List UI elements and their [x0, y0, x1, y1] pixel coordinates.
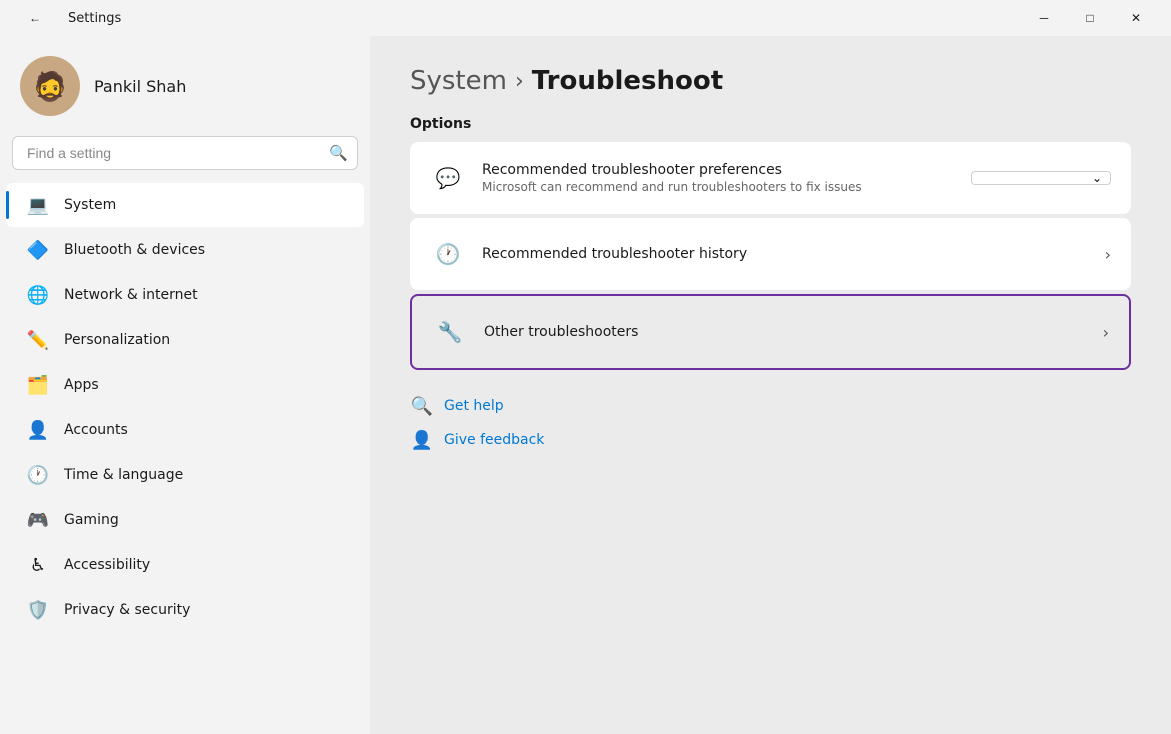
sidebar-item-bluetooth[interactable]: 🔷 Bluetooth & devices	[6, 228, 364, 272]
nav-label-network: Network & internet	[64, 287, 198, 303]
help-section: 🔍 Get help 👤 Give feedback	[410, 394, 1131, 452]
chevron-right-icon-recommended-history: ›	[1105, 245, 1111, 264]
breadcrumb-separator: ›	[515, 69, 524, 94]
chevron-right-icon-other-troubleshooters: ›	[1103, 323, 1109, 342]
nav-label-system: System	[64, 197, 116, 213]
content-area: System › Troubleshoot Options 💬 Recommen…	[370, 36, 1171, 734]
sidebar-item-accounts[interactable]: 👤 Accounts	[6, 408, 364, 452]
card-text-other-troubleshooters: Other troubleshooters	[484, 324, 1103, 340]
close-button[interactable]: ✕	[1113, 2, 1159, 34]
dropdown-button-recommended-prefs[interactable]: ⌄	[971, 171, 1111, 185]
options-label: Options	[410, 116, 1131, 132]
nav-label-time: Time & language	[64, 467, 183, 483]
chevron-down-icon: ⌄	[1092, 171, 1102, 185]
minimize-button[interactable]: ─	[1021, 2, 1067, 34]
cards-container: 💬 Recommended troubleshooter preferences…	[410, 142, 1131, 370]
card-recommended-prefs: 💬 Recommended troubleshooter preferences…	[410, 142, 1131, 214]
nav-label-gaming: Gaming	[64, 512, 119, 528]
nav-icon-personalization: ✏️	[26, 328, 50, 352]
user-name: Pankil Shah	[94, 77, 186, 96]
give-feedback-label: Give feedback	[444, 432, 544, 448]
sidebar: 🧔 Pankil Shah 🔍 💻 System 🔷 Bluetooth & d…	[0, 36, 370, 734]
card-action-recommended-prefs: ⌄	[971, 171, 1111, 185]
nav-icon-apps: 🗂️	[26, 373, 50, 397]
card-icon-other-troubleshooters: 🔧	[432, 314, 468, 350]
card-text-recommended-prefs: Recommended troubleshooter preferences M…	[482, 162, 971, 194]
app-body: 🧔 Pankil Shah 🔍 💻 System 🔷 Bluetooth & d…	[0, 36, 1171, 734]
search-button[interactable]: 🔍	[329, 144, 348, 162]
sidebar-item-network[interactable]: 🌐 Network & internet	[6, 273, 364, 317]
card-action-other-troubleshooters: ›	[1103, 323, 1109, 342]
nav-icon-privacy: 🛡️	[26, 598, 50, 622]
card-subtitle-recommended-prefs: Microsoft can recommend and run troubles…	[482, 180, 971, 194]
get-help-link[interactable]: 🔍 Get help	[410, 394, 1131, 418]
nav-icon-accessibility: ♿	[26, 553, 50, 577]
sidebar-item-personalization[interactable]: ✏️ Personalization	[6, 318, 364, 362]
sidebar-item-accessibility[interactable]: ♿ Accessibility	[6, 543, 364, 587]
titlebar: ← Settings ─ □ ✕	[0, 0, 1171, 36]
get-help-label: Get help	[444, 398, 504, 414]
sidebar-item-time[interactable]: 🕐 Time & language	[6, 453, 364, 497]
user-section: 🧔 Pankil Shah	[0, 36, 370, 132]
avatar: 🧔	[20, 56, 80, 116]
nav-menu: 💻 System 🔷 Bluetooth & devices 🌐 Network…	[0, 182, 370, 633]
give-feedback-link[interactable]: 👤 Give feedback	[410, 428, 1131, 452]
card-action-recommended-history: ›	[1105, 245, 1111, 264]
titlebar-left: ← Settings	[12, 2, 121, 34]
nav-label-personalization: Personalization	[64, 332, 170, 348]
maximize-button[interactable]: □	[1067, 2, 1113, 34]
nav-icon-network: 🌐	[26, 283, 50, 307]
nav-label-accessibility: Accessibility	[64, 557, 150, 573]
card-other-troubleshooters: 🔧 Other troubleshooters ›	[410, 294, 1131, 370]
card-title-recommended-prefs: Recommended troubleshooter preferences	[482, 162, 971, 178]
card-title-recommended-history: Recommended troubleshooter history	[482, 246, 1105, 262]
sidebar-item-privacy[interactable]: 🛡️ Privacy & security	[6, 588, 364, 632]
back-icon: ←	[29, 11, 41, 25]
card-item-other-troubleshooters[interactable]: 🔧 Other troubleshooters ›	[412, 296, 1129, 368]
window-controls: ─ □ ✕	[1021, 2, 1159, 34]
search-input[interactable]	[12, 136, 358, 170]
sidebar-item-gaming[interactable]: 🎮 Gaming	[6, 498, 364, 542]
card-item-recommended-prefs[interactable]: 💬 Recommended troubleshooter preferences…	[410, 142, 1131, 214]
breadcrumb: System › Troubleshoot	[410, 66, 1131, 96]
search-box: 🔍	[12, 136, 358, 170]
breadcrumb-current: Troubleshoot	[532, 66, 723, 96]
sidebar-item-apps[interactable]: 🗂️ Apps	[6, 363, 364, 407]
nav-label-bluetooth: Bluetooth & devices	[64, 242, 205, 258]
breadcrumb-parent[interactable]: System	[410, 66, 507, 96]
nav-label-apps: Apps	[64, 377, 99, 393]
nav-label-accounts: Accounts	[64, 422, 128, 438]
nav-icon-accounts: 👤	[26, 418, 50, 442]
card-text-recommended-history: Recommended troubleshooter history	[482, 246, 1105, 262]
nav-icon-time: 🕐	[26, 463, 50, 487]
get-help-icon: 🔍	[410, 394, 434, 418]
card-item-recommended-history[interactable]: 🕐 Recommended troubleshooter history ›	[410, 218, 1131, 290]
card-icon-recommended-history: 🕐	[430, 236, 466, 272]
nav-label-privacy: Privacy & security	[64, 602, 190, 618]
nav-icon-bluetooth: 🔷	[26, 238, 50, 262]
avatar-icon: 🧔	[33, 70, 68, 103]
give-feedback-icon: 👤	[410, 428, 434, 452]
nav-icon-system: 💻	[26, 193, 50, 217]
sidebar-item-system[interactable]: 💻 System	[6, 183, 364, 227]
back-button[interactable]: ←	[12, 2, 58, 34]
card-title-other-troubleshooters: Other troubleshooters	[484, 324, 1103, 340]
app-title: Settings	[68, 11, 121, 26]
card-recommended-history: 🕐 Recommended troubleshooter history ›	[410, 218, 1131, 290]
card-icon-recommended-prefs: 💬	[430, 160, 466, 196]
nav-icon-gaming: 🎮	[26, 508, 50, 532]
